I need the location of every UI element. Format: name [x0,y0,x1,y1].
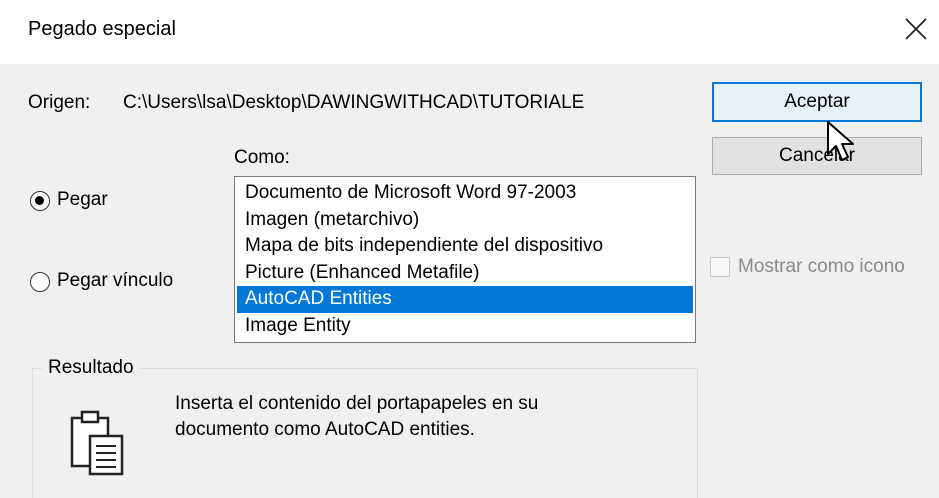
origin-path: C:\Users\lsa\Desktop\DAWINGWITHCAD\TUTOR… [123,92,585,113]
paste-link-radio[interactable] [30,272,50,292]
accept-button-label: Aceptar [784,91,850,112]
paste-radio-dot [35,196,44,205]
dialog-title: Pegado especial [28,18,176,40]
como-label: Como: [234,147,290,168]
list-item[interactable]: Mapa de bits independiente del dispositi… [237,233,693,260]
show-as-icon-label[interactable]: Mostrar como icono [738,256,905,278]
result-description: Inserta el contenido del portapapeles en… [175,391,655,443]
list-item[interactable]: Picture (Enhanced Metafile) [237,260,693,287]
list-item[interactable]: Imagen (metarchivo) [237,207,693,234]
result-title: Resultado [42,357,140,379]
cancel-button[interactable]: Cancelar [712,137,922,175]
paste-label[interactable]: Pegar [57,189,108,211]
show-as-icon-checkbox[interactable] [710,257,730,277]
paste-link-label[interactable]: Pegar vínculo [57,270,173,292]
list-item[interactable]: Documento de Microsoft Word 97-2003 [237,180,693,207]
close-icon[interactable] [902,14,932,44]
result-line-2: documento como AutoCAD entities. [175,419,475,440]
list-item[interactable]: Image Entity [237,313,693,340]
clipboard-icon [70,410,124,476]
result-line-1: Inserta el contenido del portapapeles en… [175,393,539,414]
paste-radio[interactable] [30,191,50,211]
origin-label: Origen: [28,92,91,113]
paste-as-listbox[interactable]: Documento de Microsoft Word 97-2003 Imag… [234,176,696,343]
accept-button[interactable]: Aceptar [712,82,922,122]
list-item-selected[interactable]: AutoCAD Entities [237,286,693,313]
mouse-cursor-icon [827,121,854,161]
title-bar: Pegado especial [0,0,939,64]
